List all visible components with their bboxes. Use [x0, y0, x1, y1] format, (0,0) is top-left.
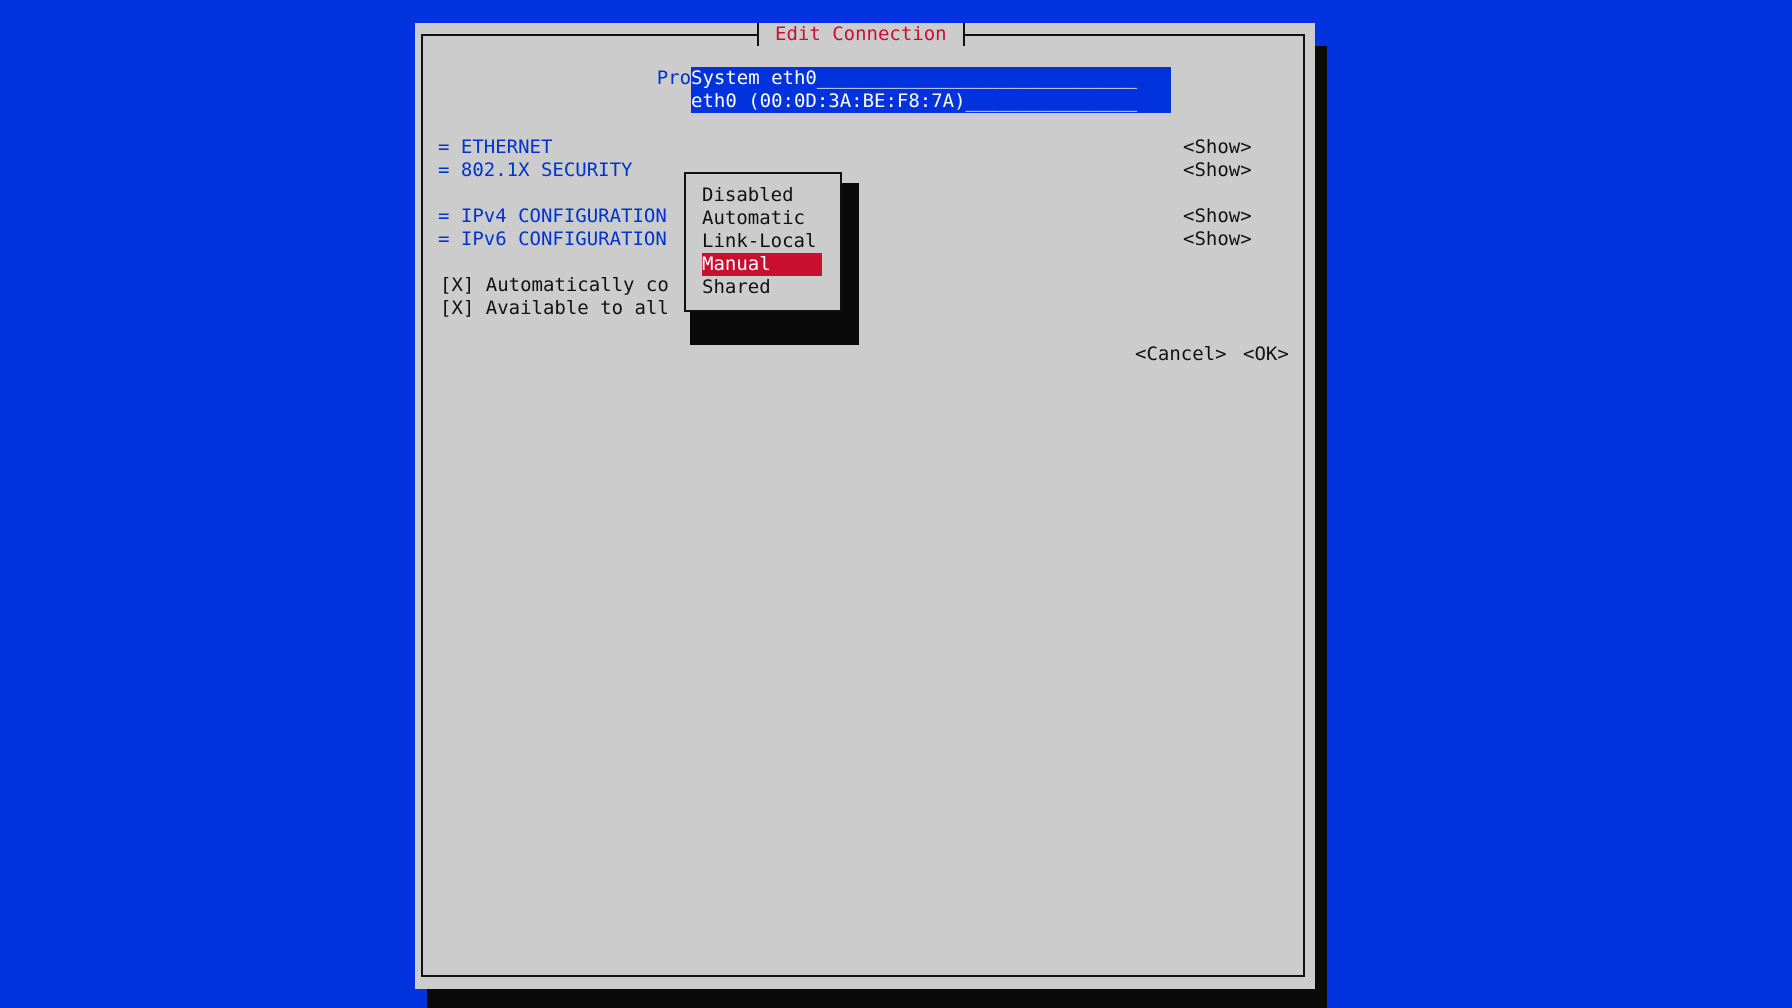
section-ipv6-configuration: = IPv6 CONFIGURATION [438, 228, 667, 250]
autoconnect-checkbox[interactable]: [X] Automatically co [440, 274, 669, 297]
ipv4-method-popup: Disabled Automatic Link-Local Manual Sha… [684, 172, 842, 312]
profile-name-input[interactable]: System eth0____________________________ [691, 67, 1171, 90]
dialog-title: Edit Connection [757, 23, 965, 46]
ipv4-show-button[interactable]: <Show> [1183, 205, 1252, 228]
ipv6-show-button[interactable]: <Show> [1183, 228, 1252, 251]
option-manual[interactable]: Manual [702, 253, 822, 276]
option-shared[interactable]: Shared [702, 276, 822, 299]
section-8021x-security: = 802.1X SECURITY [438, 159, 633, 181]
section-ethernet: = ETHERNET [438, 136, 553, 158]
device-input[interactable]: eth0 (00:0D:3A:BE:F8:7A)_______________ [691, 90, 1171, 113]
option-automatic[interactable]: Automatic [702, 207, 822, 230]
8021x-show-button[interactable]: <Show> [1183, 159, 1252, 182]
cancel-button[interactable]: <Cancel> [1135, 343, 1227, 366]
section-ipv4-configuration: = IPv4 CONFIGURATION [438, 205, 667, 227]
ok-button[interactable]: <OK> [1243, 343, 1289, 366]
available-to-all-checkbox[interactable]: [X] Available to all [440, 297, 669, 320]
edit-connection-dialog: Edit Connection Profile name System eth0… [415, 23, 1315, 989]
option-link-local[interactable]: Link-Local [702, 230, 822, 253]
option-disabled[interactable]: Disabled [702, 184, 822, 207]
ethernet-show-button[interactable]: <Show> [1183, 136, 1252, 159]
